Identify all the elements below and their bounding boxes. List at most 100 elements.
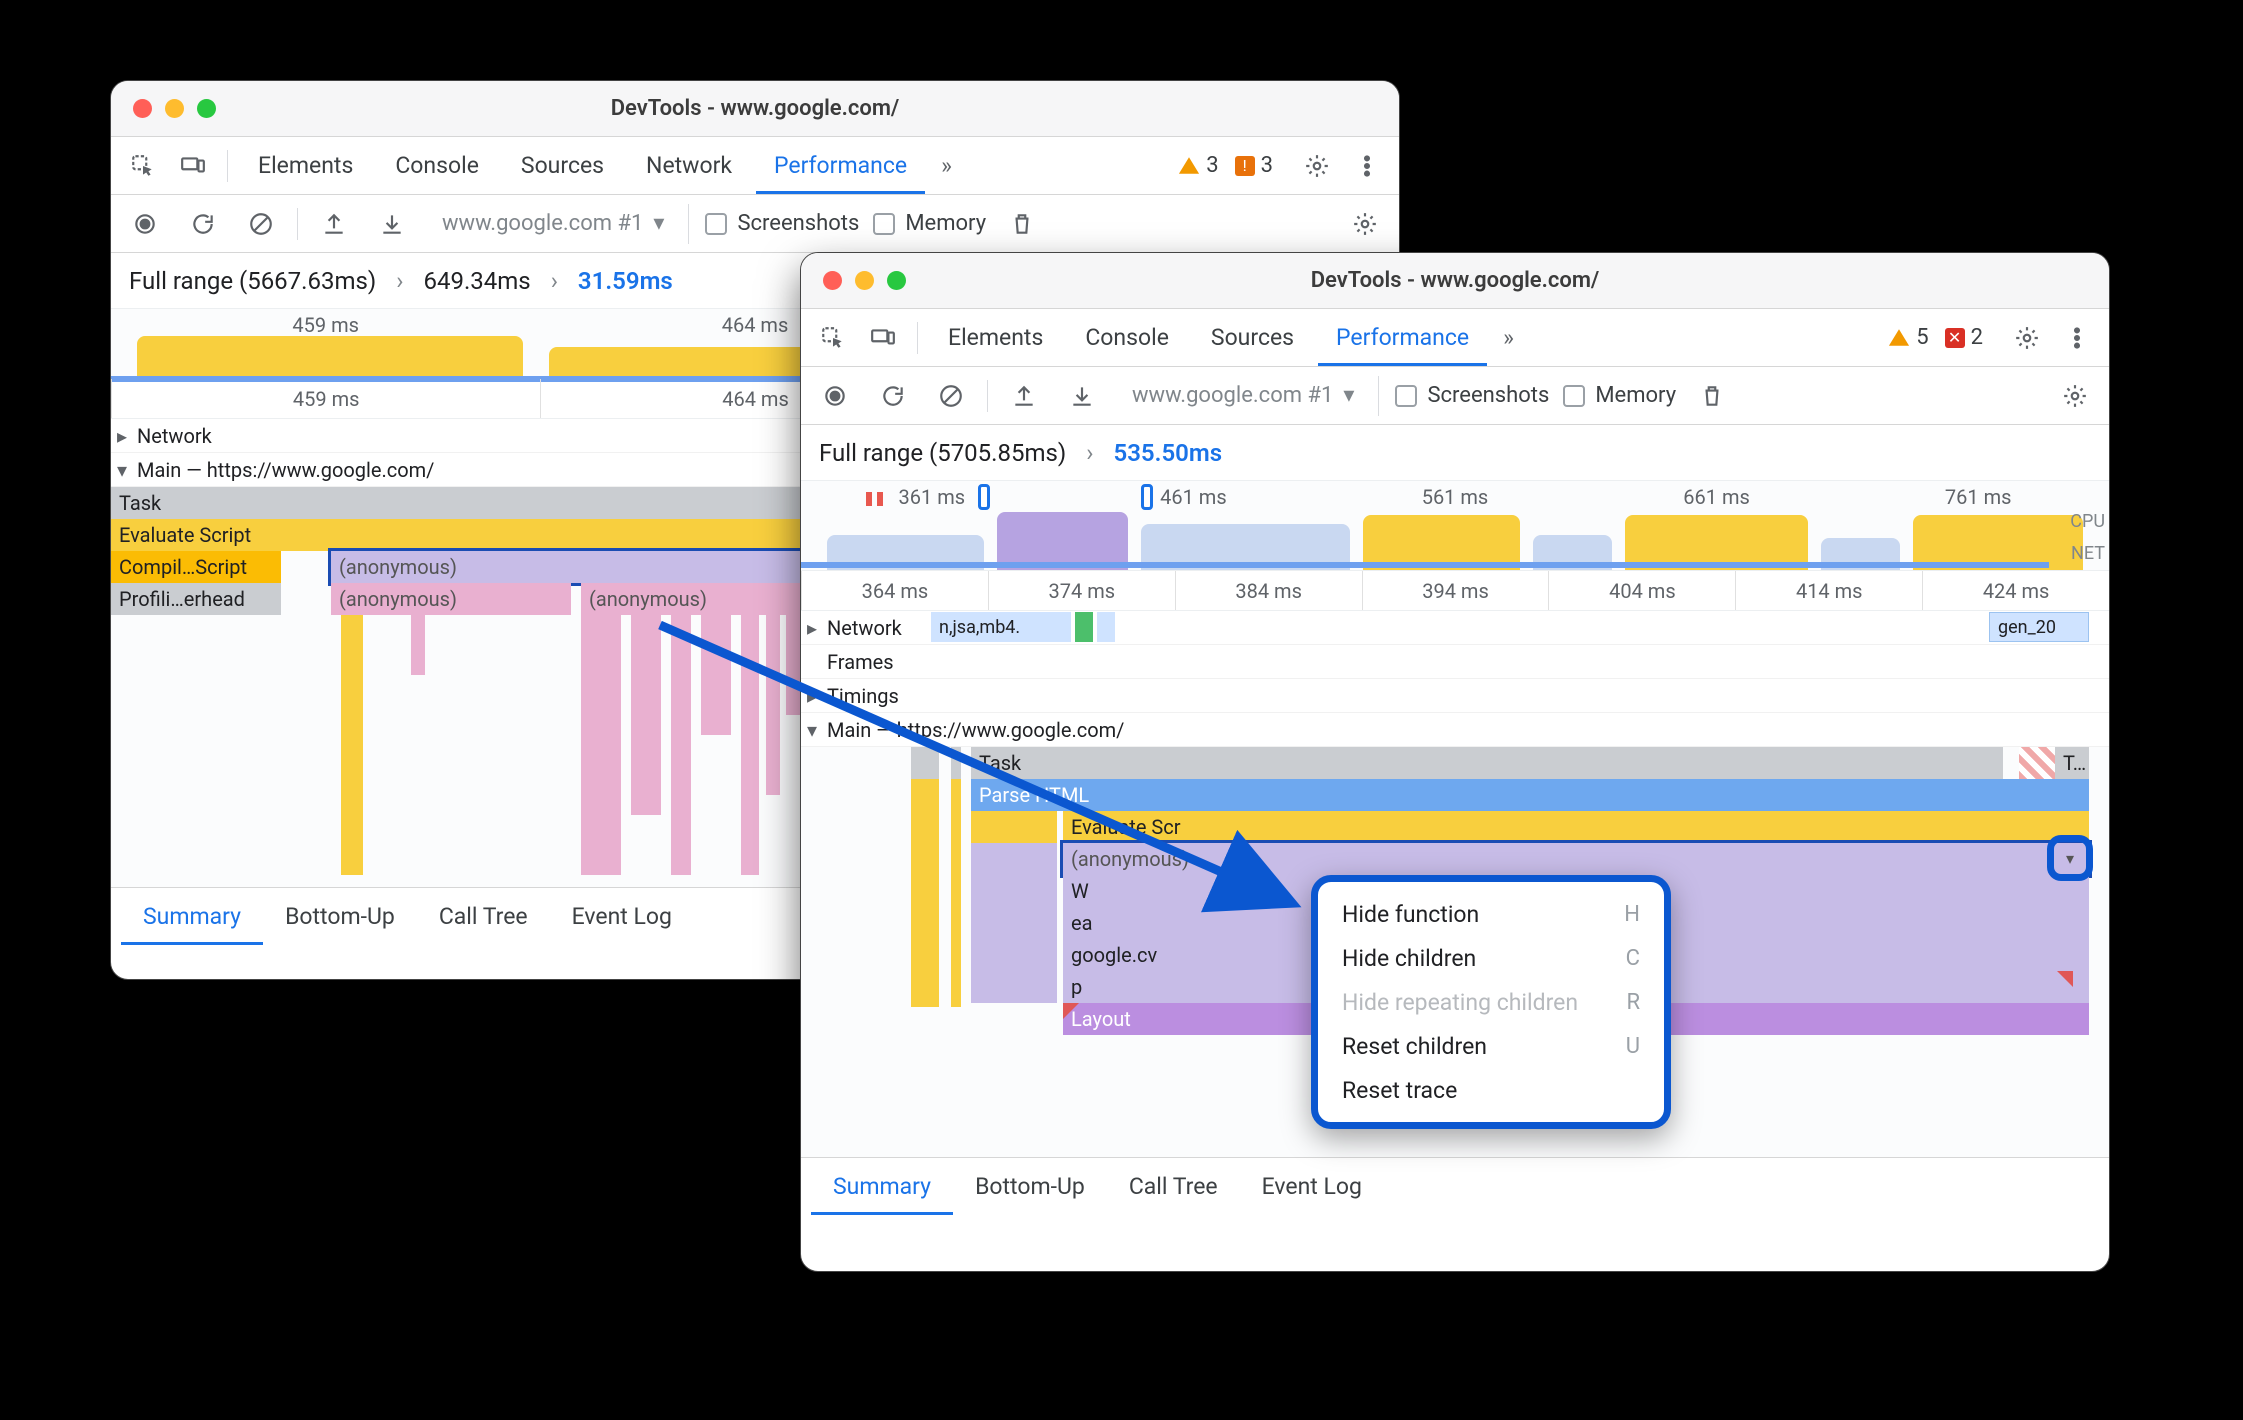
flame-col[interactable] <box>971 971 1057 1003</box>
recording-selector[interactable]: www.google.com #1 ▾ <box>428 204 678 244</box>
inspect-icon[interactable] <box>121 144 165 188</box>
zoom-icon[interactable] <box>887 271 906 290</box>
flame-col[interactable] <box>971 875 1057 907</box>
recording-selector[interactable]: www.google.com #1 ▾ <box>1118 376 1368 416</box>
net-chip[interactable]: n,jsa,mb4. <box>931 612 1071 642</box>
zoom-icon[interactable] <box>197 99 216 118</box>
gear-icon[interactable] <box>2005 316 2049 360</box>
reload-icon[interactable] <box>181 202 225 246</box>
btab-eventlog[interactable]: Event Log <box>550 888 694 945</box>
tab-console[interactable]: Console <box>377 137 497 194</box>
minimize-icon[interactable] <box>165 99 184 118</box>
net-chip[interactable] <box>1075 612 1093 642</box>
tabs-overflow[interactable]: » <box>1493 309 1524 366</box>
net-chip[interactable] <box>1097 612 1115 642</box>
btab-calltree[interactable]: Call Tree <box>417 888 550 945</box>
record-icon[interactable] <box>813 374 857 418</box>
close-icon[interactable] <box>823 271 842 290</box>
flame-profiling[interactable]: Profili…erhead <box>111 583 281 615</box>
perf-toolbar: www.google.com #1 ▾ Screenshots Memory <box>111 195 1399 253</box>
menu-reset-children[interactable]: Reset childrenU <box>1318 1024 1664 1068</box>
device-icon[interactable] <box>861 316 905 360</box>
record-icon[interactable] <box>123 202 167 246</box>
context-menu: Hide functionH Hide childrenC Hide repea… <box>1311 875 1671 1129</box>
net-label: NET <box>2071 543 2105 564</box>
clear-icon[interactable] <box>239 202 283 246</box>
flame-chart[interactable]: Task T… Parse HTML Evaluate Scr (anonymo… <box>801 747 2109 1157</box>
flame-parse[interactable]: Parse HTML <box>971 779 2089 811</box>
titlebar: DevTools - www.google.com/ <box>801 253 2109 309</box>
gear-icon[interactable] <box>1343 202 1387 246</box>
upload-icon[interactable] <box>1002 374 1046 418</box>
flame-eval[interactable]: Evaluate Scr <box>1063 811 2089 843</box>
minimize-icon[interactable] <box>855 271 874 290</box>
flame-anonymous[interactable]: (anonymous) <box>581 583 801 615</box>
tab-elements[interactable]: Elements <box>240 137 371 194</box>
garbage-icon[interactable] <box>1690 374 1734 418</box>
btab-summary[interactable]: Summary <box>121 888 263 945</box>
warnings-badge[interactable]: 5 <box>1888 325 1928 350</box>
issues-badge[interactable]: ! 3 <box>1235 153 1273 178</box>
memory-checkbox[interactable]: Memory <box>1563 383 1676 408</box>
more-icon[interactable] <box>1345 144 1389 188</box>
tab-sources[interactable]: Sources <box>1193 309 1312 366</box>
ruler[interactable]: 364 ms 374 ms 384 ms 394 ms 404 ms 414 m… <box>801 571 2109 611</box>
download-icon[interactable] <box>1060 374 1104 418</box>
tabs-overflow[interactable]: » <box>931 137 962 194</box>
flame-compile[interactable]: Compil…Script <box>111 551 281 583</box>
net-chip[interactable]: gen_20 <box>1989 612 2089 642</box>
track-main[interactable]: ▾Main — https://www.google.com/ <box>801 713 2109 747</box>
btab-summary[interactable]: Summary <box>811 1158 953 1215</box>
flame-col[interactable] <box>971 811 1057 843</box>
memory-checkbox[interactable]: Memory <box>873 211 986 236</box>
flame-col[interactable] <box>971 843 1057 875</box>
crumb-full[interactable]: Full range (5667.63ms) <box>129 267 376 295</box>
flame-col[interactable] <box>971 907 1057 939</box>
gear-icon[interactable] <box>1295 144 1339 188</box>
tab-performance[interactable]: Performance <box>756 137 925 194</box>
gear-icon[interactable] <box>2053 374 2097 418</box>
btab-bottomup[interactable]: Bottom-Up <box>953 1158 1107 1215</box>
more-icon[interactable] <box>2055 316 2099 360</box>
flame-task[interactable]: T… <box>2055 747 2089 779</box>
warnings-badge[interactable]: 3 <box>1178 153 1218 178</box>
crumb-mid[interactable]: 649.34ms <box>423 267 530 295</box>
tab-elements[interactable]: Elements <box>930 309 1061 366</box>
btab-eventlog[interactable]: Event Log <box>1240 1158 1384 1215</box>
tab-network[interactable]: Network <box>628 137 750 194</box>
caret-icon: ▾ <box>1343 383 1354 408</box>
upload-icon[interactable] <box>312 202 356 246</box>
close-icon[interactable] <box>133 99 152 118</box>
menu-hide-children[interactable]: Hide childrenC <box>1318 936 1664 980</box>
tab-performance[interactable]: Performance <box>1318 309 1487 366</box>
inspect-icon[interactable] <box>811 316 855 360</box>
warnings-count: 3 <box>1206 153 1218 178</box>
download-icon[interactable] <box>370 202 414 246</box>
window-title: DevTools - www.google.com/ <box>801 268 2109 293</box>
errors-badge[interactable]: ✕ 2 <box>1945 325 1983 350</box>
traffic-lights <box>111 99 216 118</box>
overview-strip[interactable]: 361 ms 461 ms 561 ms 661 ms 761 ms CPU N… <box>801 481 2109 571</box>
clear-icon[interactable] <box>929 374 973 418</box>
flame-task[interactable]: Task <box>971 747 2003 779</box>
flame-anonymous-selected[interactable]: (anonymous) <box>1063 843 2089 875</box>
track-frames[interactable]: Frames <box>801 645 2109 679</box>
screenshots-checkbox[interactable]: Screenshots <box>1395 383 1549 408</box>
tab-console[interactable]: Console <box>1067 309 1187 366</box>
btab-calltree[interactable]: Call Tree <box>1107 1158 1240 1215</box>
screenshots-checkbox[interactable]: Screenshots <box>705 211 859 236</box>
tab-sources[interactable]: Sources <box>503 137 622 194</box>
flame-anonymous[interactable]: (anonymous) <box>331 583 571 615</box>
traffic-lights <box>801 271 906 290</box>
garbage-icon[interactable] <box>1000 202 1044 246</box>
track-network[interactable]: ▸Network n,jsa,mb4. gen_20 <box>801 611 2109 645</box>
entry-dropdown-trigger[interactable]: ▾ <box>2047 835 2093 881</box>
menu-reset-trace[interactable]: Reset trace <box>1318 1068 1664 1112</box>
device-icon[interactable] <box>171 144 215 188</box>
crumb-full[interactable]: Full range (5705.85ms) <box>819 439 1066 467</box>
track-timings[interactable]: ▸Timings <box>801 679 2109 713</box>
btab-bottomup[interactable]: Bottom-Up <box>263 888 417 945</box>
reload-icon[interactable] <box>871 374 915 418</box>
flame-col[interactable] <box>971 939 1057 971</box>
menu-hide-function[interactable]: Hide functionH <box>1318 892 1664 936</box>
